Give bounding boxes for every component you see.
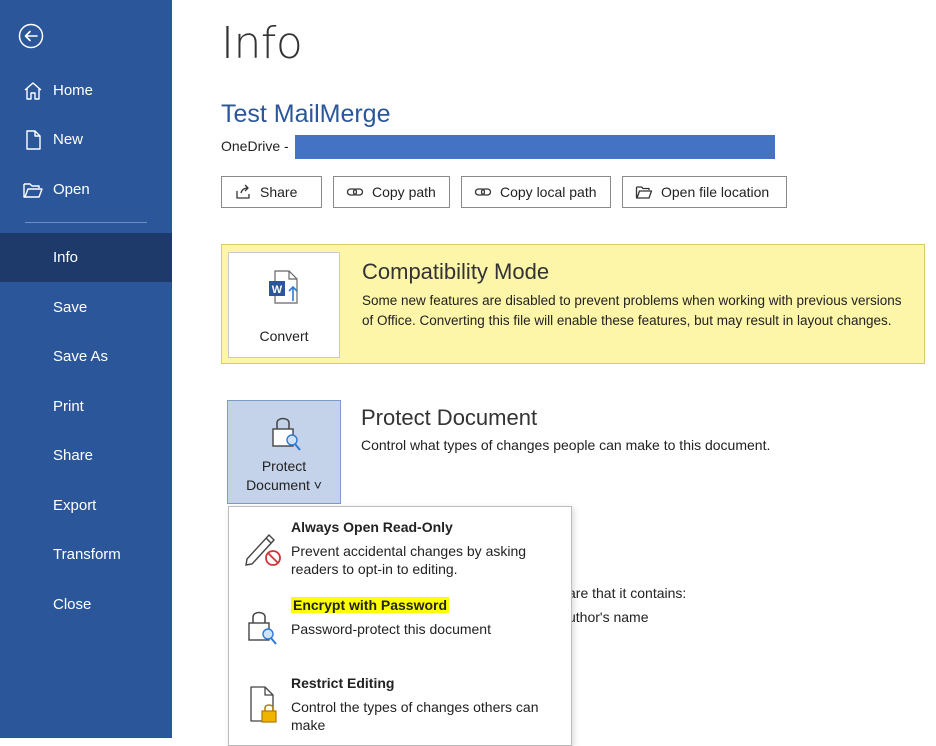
read-only-title-text: Always Open Read-Only	[291, 519, 453, 535]
nav-share-label: Share	[53, 446, 94, 464]
nav-new-label: New	[53, 130, 84, 148]
copy-path-button[interactable]: Copy path	[333, 176, 450, 208]
nav-close-label: Close	[53, 595, 92, 613]
nav-info-label: Info	[53, 249, 79, 266]
protect-document-button[interactable]: Protect Document ˅	[227, 400, 341, 504]
new-document-icon	[26, 130, 41, 150]
home-icon	[24, 82, 42, 100]
back-arrow-icon	[18, 23, 44, 49]
copy-path-button-label: Copy path	[372, 184, 436, 200]
menu-item-description: Password-protect this document	[291, 621, 491, 637]
nav-print[interactable]: Print	[0, 382, 172, 430]
protect-document-title: Protect Document	[361, 405, 538, 430]
open-file-location-button-label: Open file location	[661, 184, 770, 200]
menu-item-title: Restrict Editing	[291, 675, 394, 691]
copy-local-path-button-label: Copy local path	[500, 184, 597, 200]
nav-transform-label: Transform	[53, 545, 121, 563]
nav-save-as-label: Save As	[53, 347, 109, 365]
page-title: Info	[221, 18, 303, 69]
nav-export[interactable]: Export	[0, 481, 172, 529]
protect-button-line2: Document ˅	[246, 477, 322, 493]
read-only-pencil-icon	[245, 533, 281, 566]
lock-key-icon	[248, 611, 277, 645]
protect-document-menu: Always Open Read-Only Prevent accidental…	[228, 506, 572, 746]
lock-key-icon	[272, 417, 301, 451]
protect-document-button-label: Protect Document ˅	[228, 457, 340, 495]
encrypt-title-highlighted: Encrypt with Password	[291, 597, 450, 613]
nav-new[interactable]: New	[0, 115, 172, 163]
svg-text:W: W	[272, 284, 283, 296]
menu-item-title: Always Open Read-Only	[291, 519, 453, 535]
restrict-editing-icon	[250, 686, 277, 723]
sidebar-divider	[25, 222, 147, 223]
nav-open[interactable]: Open	[0, 165, 172, 213]
open-file-location-button[interactable]: Open file location	[622, 176, 787, 208]
link-icon	[474, 188, 492, 196]
menu-item-description: Prevent accidental changes by asking rea…	[291, 543, 527, 577]
nav-open-label: Open	[53, 180, 90, 198]
nav-save-label: Save	[53, 298, 88, 316]
share-button-label: Share	[260, 184, 298, 200]
share-icon	[236, 184, 250, 199]
compatibility-mode-panel: W Convert Compatibility Mode Some new fe…	[221, 244, 925, 364]
protect-button-line1: Protect	[261, 458, 307, 474]
restrict-editing-title-text: Restrict Editing	[291, 675, 395, 691]
location-path-redacted	[295, 135, 775, 159]
location-prefix: OneDrive -	[221, 138, 289, 154]
nav-info[interactable]: Info	[0, 233, 172, 282]
menu-item-title: Encrypt with Password	[291, 597, 450, 613]
convert-button-label: Convert	[259, 328, 309, 344]
nav-save[interactable]: Save	[0, 283, 172, 331]
nav-home-label: Home	[53, 81, 94, 99]
inspect-text-partial-2: uthor's name	[568, 609, 649, 625]
back-button[interactable]	[17, 22, 45, 50]
menu-item-always-open-read-only[interactable]: Always Open Read-Only Prevent accidental…	[229, 509, 571, 585]
word-convert-icon: W	[269, 270, 298, 304]
nav-print-label: Print	[53, 397, 84, 415]
nav-save-as[interactable]: Save As	[0, 332, 172, 380]
menu-item-restrict-editing[interactable]: Restrict Editing Control the types of ch…	[229, 665, 571, 741]
menu-item-description: Control the types of changes others can …	[291, 699, 539, 733]
document-title: Test MailMerge	[221, 100, 391, 128]
open-folder-icon	[23, 183, 43, 198]
share-button[interactable]: Share	[221, 176, 322, 208]
nav-export-label: Export	[53, 496, 97, 514]
protect-document-description: Control what types of changes people can…	[361, 437, 771, 453]
inspect-text-partial: are that it contains:	[568, 585, 687, 601]
nav-close[interactable]: Close	[0, 580, 172, 628]
nav-share[interactable]: Share	[0, 431, 172, 479]
folder-icon	[635, 186, 653, 199]
compatibility-description: Some new features are disabled to preven…	[362, 293, 902, 328]
copy-local-path-button[interactable]: Copy local path	[461, 176, 611, 208]
nav-home[interactable]: Home	[0, 66, 172, 114]
link-icon	[346, 188, 364, 196]
backstage-sidebar: Home New Open Info Save Save As Print Sh…	[0, 0, 172, 738]
convert-button[interactable]: W Convert	[228, 252, 340, 358]
nav-transform[interactable]: Transform	[0, 530, 172, 578]
compatibility-title: Compatibility Mode	[362, 259, 550, 284]
menu-item-encrypt-with-password[interactable]: Encrypt with Password Password-protect t…	[229, 587, 571, 663]
